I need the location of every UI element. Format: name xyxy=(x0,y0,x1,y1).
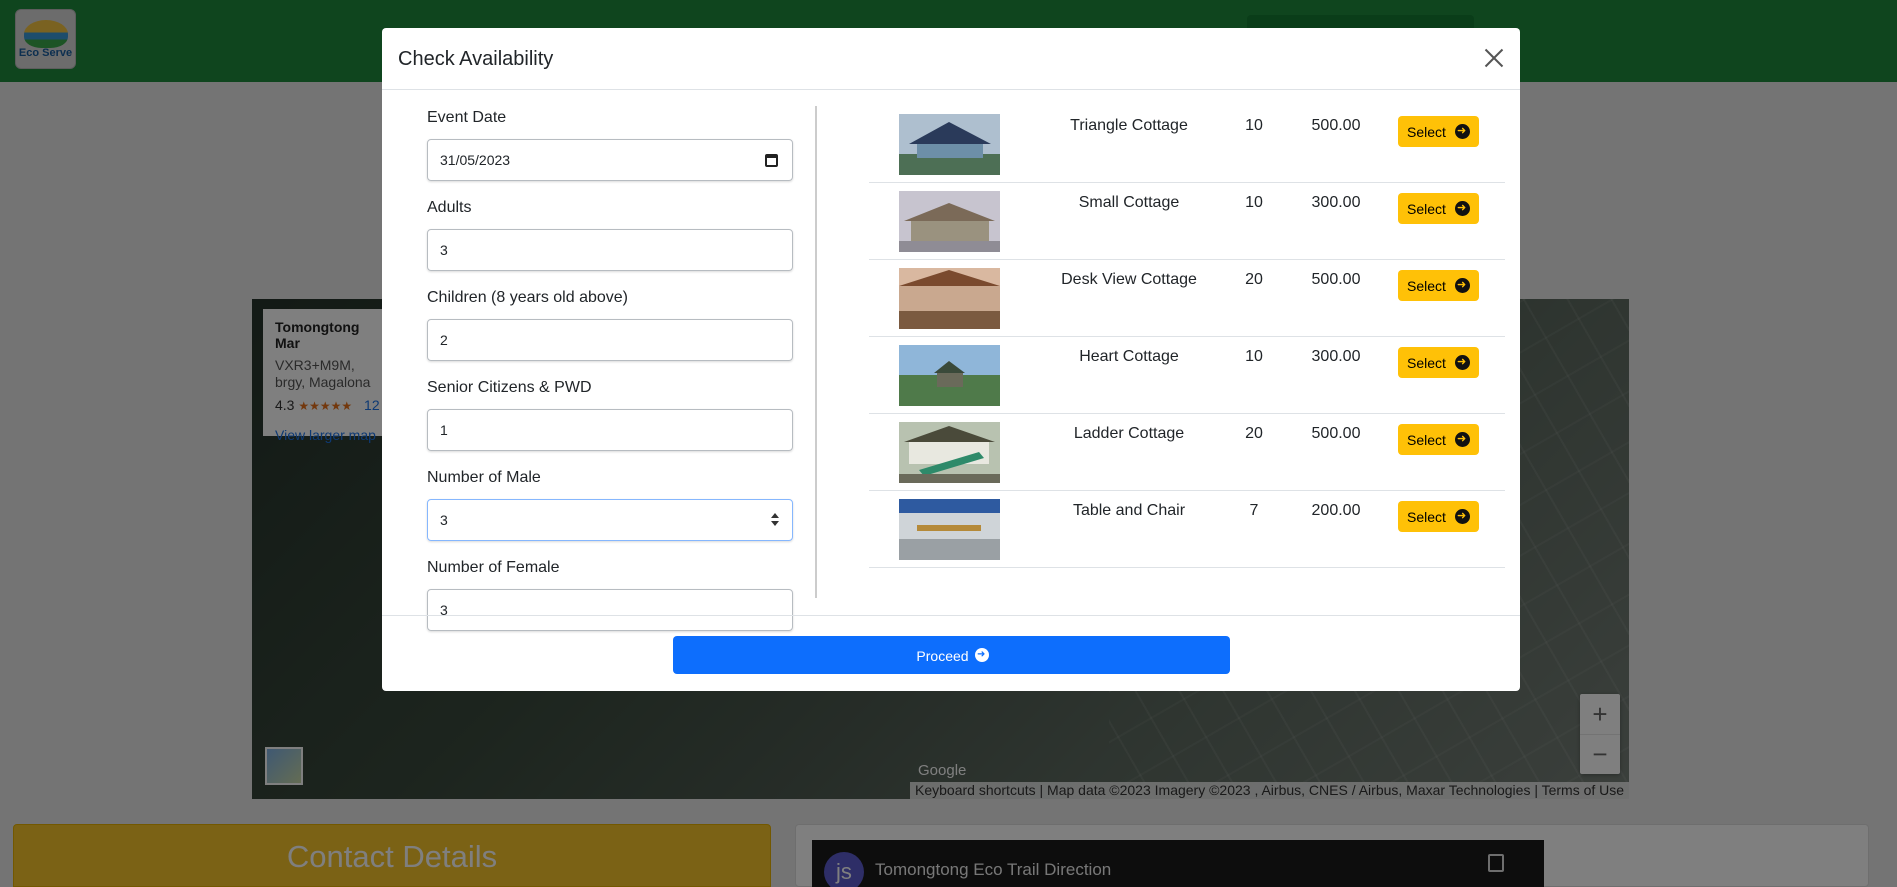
number-spinner-icon[interactable] xyxy=(770,512,780,528)
table-row: Table and Chair 7 200.00 Select xyxy=(869,491,1505,568)
event-date-input[interactable] xyxy=(428,140,792,180)
select-button[interactable]: Select xyxy=(1398,347,1479,378)
arrow-right-circle-icon xyxy=(1455,430,1470,448)
seniors-label: Senior Citizens & PWD xyxy=(427,379,592,396)
male-field[interactable] xyxy=(427,499,793,541)
children-field[interactable] xyxy=(427,319,793,361)
cottage-capacity: 7 xyxy=(1249,502,1259,519)
female-label: Number of Female xyxy=(427,559,560,576)
check-availability-modal: Check Availability Event Date Adults Chi… xyxy=(382,28,1520,691)
cottage-photo-small xyxy=(899,191,1000,252)
cottage-price: 500.00 xyxy=(1311,117,1361,134)
arrow-right-circle-icon xyxy=(1455,507,1470,525)
table-row: Triangle Cottage 10 500.00 Select xyxy=(869,106,1505,183)
cottage-name: Heart Cottage xyxy=(1079,348,1179,365)
seniors-input[interactable] xyxy=(428,410,792,450)
cottage-capacity: 10 xyxy=(1245,194,1263,211)
select-button[interactable]: Select xyxy=(1398,116,1479,147)
table-row: Ladder Cottage 20 500.00 Select xyxy=(869,414,1505,491)
seniors-field[interactable] xyxy=(427,409,793,451)
cottage-name: Desk View Cottage xyxy=(1061,271,1197,288)
cottage-price: 300.00 xyxy=(1311,348,1361,365)
table-row: Small Cottage 10 300.00 Select xyxy=(869,183,1505,260)
adults-field[interactable] xyxy=(427,229,793,271)
cottage-photo-triangle xyxy=(899,114,1000,175)
arrow-right-circle-icon xyxy=(1455,122,1470,140)
cottage-table: Triangle Cottage 10 500.00 Select Small … xyxy=(869,106,1505,568)
adults-label: Adults xyxy=(427,199,472,216)
event-date-field[interactable] xyxy=(427,139,793,181)
cottage-photo-ladder xyxy=(899,422,1000,483)
cottage-capacity: 20 xyxy=(1245,425,1263,442)
column-divider xyxy=(815,106,817,598)
male-label: Number of Male xyxy=(427,469,541,486)
select-button[interactable]: Select xyxy=(1398,424,1479,455)
cottage-name: Table and Chair xyxy=(1072,502,1186,519)
modal-header: Check Availability xyxy=(382,28,1520,90)
cottage-name: Small Cottage xyxy=(1078,194,1180,211)
cottage-price: 500.00 xyxy=(1311,271,1361,288)
proceed-button[interactable]: Proceed xyxy=(673,636,1230,674)
children-input[interactable] xyxy=(428,320,792,360)
cottage-price: 200.00 xyxy=(1311,502,1361,519)
cottage-name: Triangle Cottage xyxy=(1070,117,1188,134)
table-row: Desk View Cottage 20 500.00 Select xyxy=(869,260,1505,337)
select-button[interactable]: Select xyxy=(1398,270,1479,301)
select-button[interactable]: Select xyxy=(1398,501,1479,532)
reservation-form: Event Date Adults Children (8 years old … xyxy=(427,106,793,646)
cottage-name: Ladder Cottage xyxy=(1073,425,1185,442)
cottage-capacity: 10 xyxy=(1245,348,1263,365)
cottage-capacity: 20 xyxy=(1245,271,1263,288)
cottage-capacity: 10 xyxy=(1245,117,1263,134)
arrow-right-circle-icon xyxy=(1455,353,1470,371)
children-label: Children (8 years old above) xyxy=(427,289,628,306)
arrow-right-circle-icon xyxy=(1455,276,1470,294)
calendar-icon[interactable] xyxy=(765,154,778,167)
cottage-photo-desk-view xyxy=(899,268,1000,329)
modal-footer: Proceed xyxy=(382,615,1520,691)
modal-title: Check Availability xyxy=(398,48,554,70)
arrow-right-circle-icon xyxy=(1455,199,1470,217)
event-date-label: Event Date xyxy=(427,109,507,126)
arrow-right-circle-icon xyxy=(975,646,989,664)
cottage-price: 500.00 xyxy=(1311,425,1361,442)
adults-input[interactable] xyxy=(428,230,792,270)
cottage-photo-heart xyxy=(899,345,1000,406)
table-row: Heart Cottage 10 300.00 Select xyxy=(869,337,1505,414)
close-icon[interactable] xyxy=(1482,46,1506,70)
male-input[interactable] xyxy=(428,500,792,540)
cottage-photo-table-chair xyxy=(899,499,1000,560)
select-button[interactable]: Select xyxy=(1398,193,1479,224)
cottage-price: 300.00 xyxy=(1311,194,1361,211)
